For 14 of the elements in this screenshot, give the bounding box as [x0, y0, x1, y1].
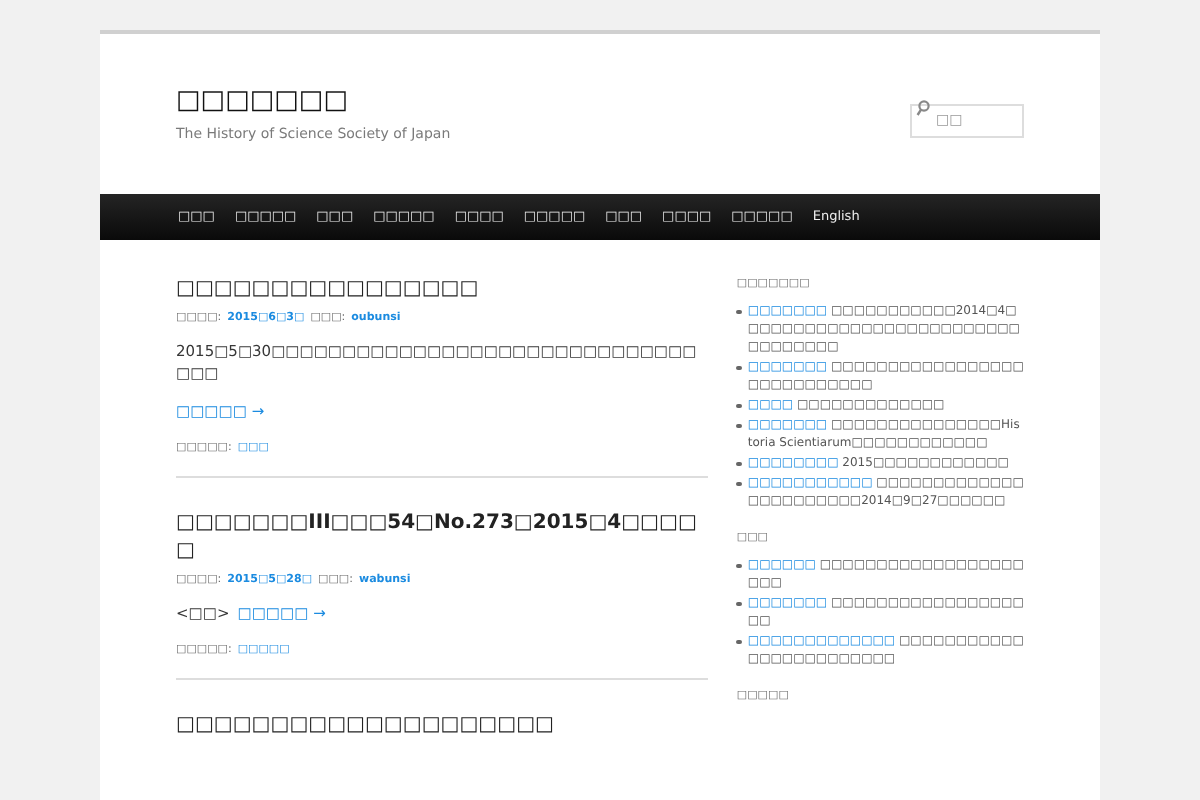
bullet-icon [736, 461, 742, 466]
bullet-icon [736, 639, 742, 644]
search-icon [916, 100, 930, 116]
bullet-icon [736, 403, 742, 408]
bullet-icon [736, 365, 742, 370]
bullet-icon [736, 309, 742, 314]
post-title[interactable]: □□□□□□□□□□□□□□□□□□□□ [176, 712, 554, 740]
post-title[interactable]: □□□□□□□III□□□54□No.273□2015□4□□□□□ [176, 510, 709, 566]
post-title[interactable]: □□□□□□□□□□□□□□□□ [176, 276, 479, 304]
bullet-icon [736, 481, 742, 486]
site-title[interactable]: □□□□□□□ [176, 86, 348, 119]
bullet-icon [736, 563, 742, 568]
bullet-icon [736, 601, 742, 606]
bullet-icon [736, 423, 742, 428]
